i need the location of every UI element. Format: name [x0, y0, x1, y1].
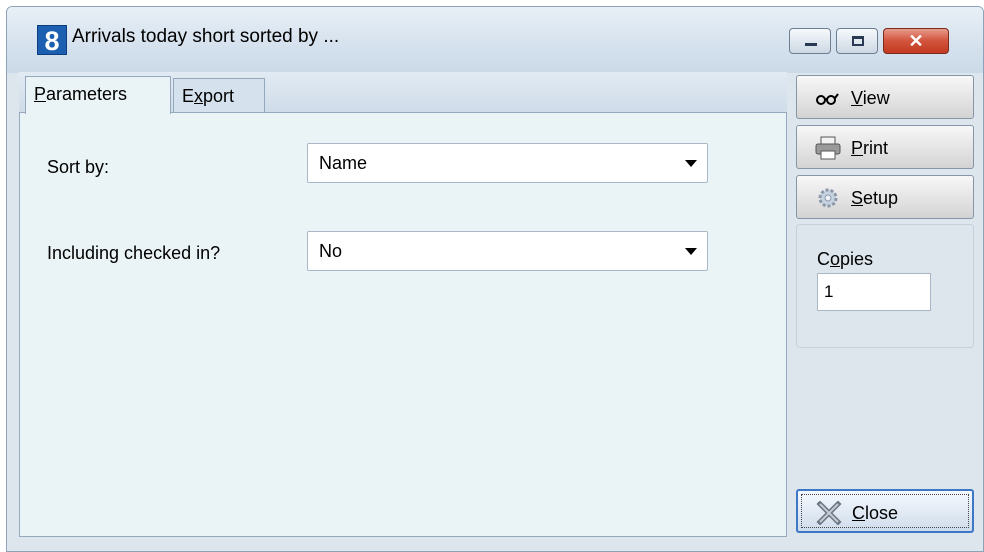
close-window-button[interactable]: ✕ [883, 28, 949, 54]
sort-by-label: Sort by: [47, 157, 110, 177]
print-button[interactable]: Print [796, 125, 974, 169]
maximize-button[interactable] [836, 28, 878, 54]
including-checked-in-label: Including checked in? [47, 243, 221, 263]
window-title: Arrivals today short sorted by ... [72, 26, 340, 47]
close-accel: C [852, 503, 865, 523]
sort-by-value: Name [319, 153, 368, 173]
minimize-button[interactable] [789, 28, 831, 54]
copies-value: 1 [824, 282, 834, 301]
maximize-icon [852, 36, 864, 46]
chevron-down-icon [685, 248, 697, 255]
close-label: lose [865, 503, 899, 523]
view-accel: V [851, 88, 863, 108]
copies-label: Copies [817, 249, 873, 270]
including-checked-in-value: No [319, 241, 343, 261]
tab-parameters-accel: P [34, 84, 47, 104]
tab-export[interactable]: Export [173, 78, 265, 114]
setup-accel: S [851, 188, 864, 208]
tab-export-label: port [203, 86, 235, 106]
tab-parameters[interactable]: Parameters [25, 76, 171, 114]
gear-icon [818, 188, 838, 208]
view-label: iew [862, 88, 890, 108]
sort-by-select[interactable]: Name [307, 143, 708, 183]
view-button[interactable]: View [796, 75, 974, 119]
copies-input[interactable]: 1 [817, 273, 931, 311]
close-button[interactable]: Close [796, 489, 974, 533]
printer-icon [815, 136, 841, 160]
glasses-icon [816, 93, 839, 105]
copies-label-rest: pies [840, 249, 874, 269]
title-bar[interactable]: 8 Arrivals today short sorted by ... ✕ [7, 7, 983, 73]
setup-label: etup [863, 188, 899, 208]
setup-button[interactable]: Setup [796, 175, 974, 219]
print-accel: P [851, 138, 864, 158]
chevron-down-icon [685, 160, 697, 167]
including-checked-in-select[interactable]: No [307, 231, 708, 271]
copies-label-accel: o [830, 249, 841, 269]
app-icon: 8 [37, 25, 67, 56]
tab-export-prefix: E [182, 86, 195, 106]
tab-export-accel: x [194, 86, 204, 106]
copies-group: Copies 1 [796, 224, 974, 348]
close-x-icon [816, 501, 842, 525]
tab-parameters-label: arameters [46, 84, 128, 104]
minimize-icon [805, 43, 817, 46]
copies-label-pre: C [817, 249, 830, 269]
print-label: rint [863, 138, 889, 158]
close-icon: ✕ [908, 31, 924, 51]
